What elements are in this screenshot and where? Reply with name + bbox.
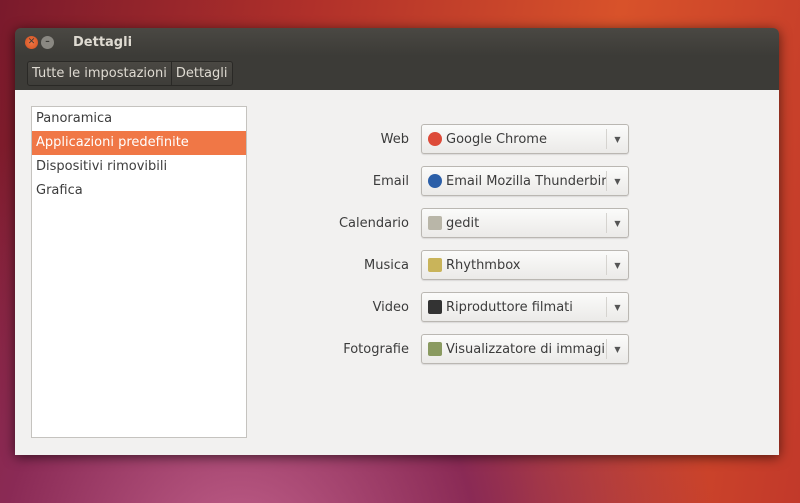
thunderbird-icon <box>428 174 442 188</box>
default-app-row-music: Musica Rhythmbox ▼ <box>265 250 629 280</box>
breadcrumb-all-settings[interactable]: Tutte le impostazioni <box>28 62 171 85</box>
music-dropdown[interactable]: Rhythmbox ▼ <box>421 250 629 280</box>
sidebar-list: Panoramica Applicazioni predefinite Disp… <box>31 106 247 438</box>
chevron-down-icon[interactable]: ▼ <box>606 171 628 191</box>
sidebar-item-graphics[interactable]: Grafica <box>32 179 246 203</box>
movie-player-icon <box>428 300 442 314</box>
video-selected-value: Riproduttore filmati <box>446 299 573 315</box>
photos-label: Fotografie <box>343 341 409 357</box>
close-button[interactable]: ✕ <box>25 35 38 49</box>
video-label: Video <box>372 299 409 315</box>
breadcrumb-details[interactable]: Dettagli <box>170 61 232 85</box>
rhythmbox-icon <box>428 258 442 272</box>
title-bar: ✕ – Dettagli <box>15 28 779 56</box>
settings-window: ✕ – Dettagli Tutte le impostazioni Detta… <box>15 28 779 455</box>
chevron-down-icon[interactable]: ▼ <box>606 255 628 275</box>
music-label: Musica <box>364 257 409 273</box>
photos-dropdown[interactable]: Visualizzatore di immagini ▼ <box>421 334 629 364</box>
video-dropdown[interactable]: Riproduttore filmati ▼ <box>421 292 629 322</box>
sidebar-item-overview[interactable]: Panoramica <box>32 107 246 131</box>
default-app-row-web: Web Google Chrome ▼ <box>265 124 629 154</box>
default-app-row-photos: Fotografie Visualizzatore di immagini ▼ <box>265 334 629 364</box>
gedit-icon <box>428 216 442 230</box>
breadcrumb: Tutte le impostazioni Dettagli <box>27 60 233 86</box>
web-dropdown[interactable]: Google Chrome ▼ <box>421 124 629 154</box>
music-selected-value: Rhythmbox <box>446 257 521 273</box>
photos-selected-value: Visualizzatore di immagini <box>446 341 606 357</box>
image-viewer-icon <box>428 342 442 356</box>
email-selected-value: Email Mozilla Thunderbird <box>446 173 606 189</box>
calendar-selected-value: gedit <box>446 215 480 231</box>
sidebar-item-default-apps[interactable]: Applicazioni predefinite <box>32 131 246 155</box>
default-app-row-email: Email Email Mozilla Thunderbird ▼ <box>265 166 629 196</box>
chevron-down-icon[interactable]: ▼ <box>606 339 628 359</box>
calendar-label: Calendario <box>338 215 409 231</box>
sidebar-item-removable-devices[interactable]: Dispositivi rimovibili <box>32 155 246 179</box>
default-app-row-video: Video Riproduttore filmati ▼ <box>265 292 629 322</box>
default-app-row-calendar: Calendario gedit ▼ <box>265 208 629 238</box>
email-dropdown[interactable]: Email Mozilla Thunderbird ▼ <box>421 166 629 196</box>
chevron-down-icon[interactable]: ▼ <box>606 297 628 317</box>
email-label: Email <box>372 173 409 189</box>
chevron-down-icon[interactable]: ▼ <box>606 213 628 233</box>
minimize-button[interactable]: – <box>41 35 54 49</box>
chrome-icon <box>428 132 442 146</box>
toolbar: Tutte le impostazioni Dettagli <box>15 56 779 90</box>
calendar-dropdown[interactable]: gedit ▼ <box>421 208 629 238</box>
web-label: Web <box>380 131 409 147</box>
chevron-down-icon[interactable]: ▼ <box>606 129 628 149</box>
window-title: Dettagli <box>73 34 133 50</box>
content-area: Panoramica Applicazioni predefinite Disp… <box>15 90 779 455</box>
web-selected-value: Google Chrome <box>446 131 547 147</box>
